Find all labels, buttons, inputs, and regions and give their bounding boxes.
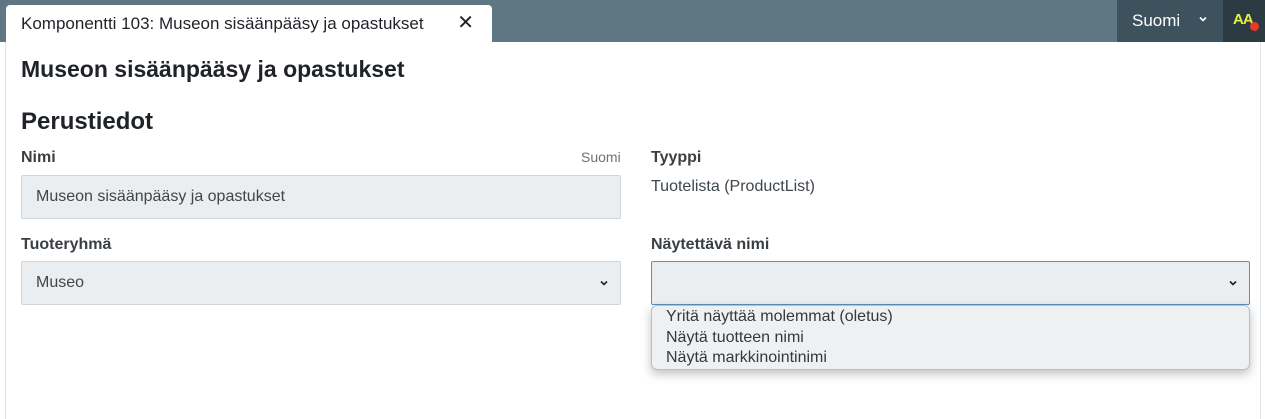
name-language: Suomi [581,149,621,165]
chevron-down-icon [1229,280,1237,286]
panel-border-left [5,42,6,419]
display-name-select[interactable] [651,261,1250,305]
type-label: Tyyppi [651,149,702,166]
notification-dot [1250,22,1259,31]
language-selector[interactable]: Suomi [1117,0,1223,42]
dropdown-option[interactable]: Näytä markkinointinimi [652,348,1249,369]
chevron-down-icon [600,280,608,286]
dropdown-option[interactable]: Yritä näyttää molemmat (oletus) [652,307,1249,328]
dropdown-option[interactable]: Näytä tuotteen nimi [652,328,1249,349]
panel-border-right [1260,42,1261,419]
accessibility-button[interactable]: AA [1223,0,1265,42]
type-value: Tuotelista (ProductList) [651,178,815,195]
close-icon[interactable]: ✕ [457,13,474,33]
product-group-value: Museo [36,274,85,291]
name-value: Museon sisäänpääsy ja opastukset [36,188,286,205]
name-field[interactable]: Museon sisäänpääsy ja opastukset [21,175,621,219]
language-label: Suomi [1132,11,1181,30]
product-group-label: Tuoteryhmä [21,236,112,253]
tab-label: Komponentti 103: Museon sisäänpääsy ja o… [21,13,424,33]
tab-component-103[interactable]: Komponentti 103: Museon sisäänpääsy ja o… [6,5,492,42]
section-title: Perustiedot [21,108,154,135]
display-name-label: Näytettävä nimi [651,236,770,253]
display-name-dropdown: Yritä näyttää molemmat (oletus) Näytä tu… [651,305,1250,370]
chevron-down-icon [1199,16,1207,22]
top-bar: Komponentti 103: Museon sisäänpääsy ja o… [0,0,1265,42]
name-label: Nimi [21,149,56,166]
product-group-select[interactable]: Museo [21,261,621,305]
page-title: Museon sisäänpääsy ja opastukset [21,56,405,82]
